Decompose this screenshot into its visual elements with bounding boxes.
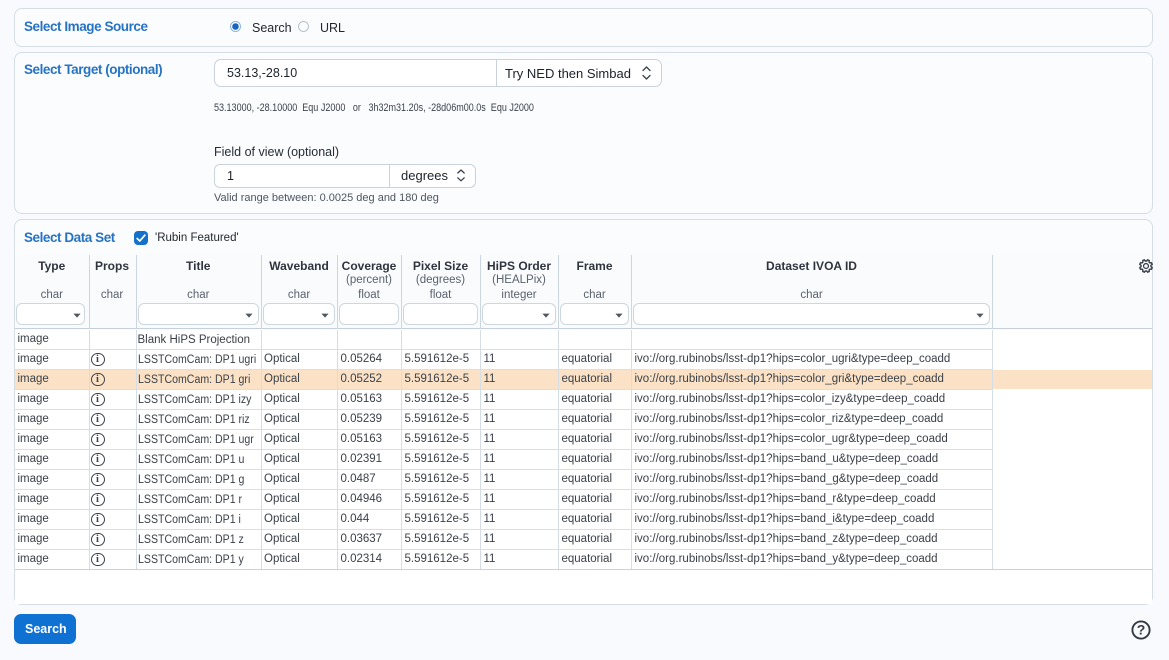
svg-text:?: ? <box>1137 621 1146 637</box>
